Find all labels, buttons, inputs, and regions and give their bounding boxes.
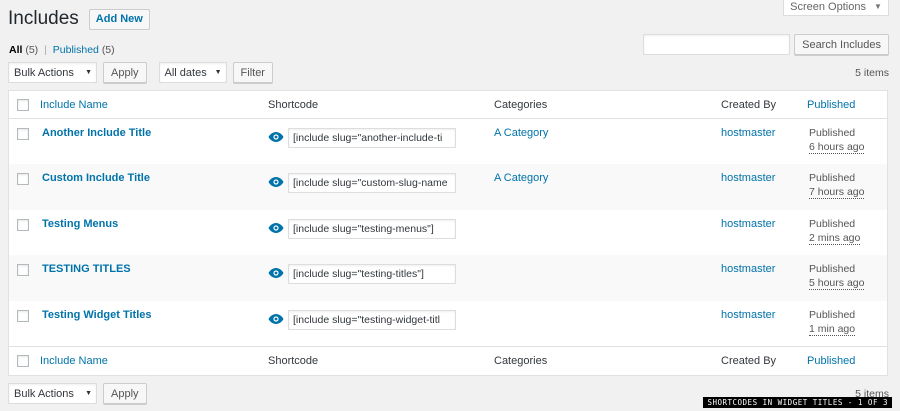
shortcode-field[interactable]: [include slug="another-include-ti [288,128,456,148]
chevron-down-icon: ▼ [873,2,882,11]
publish-time: 5 hours ago [809,277,865,290]
publish-info: Published 5 hours ago [809,262,865,290]
eye-icon[interactable] [268,175,284,189]
eye-icon[interactable] [268,130,284,144]
publish-info: Published 1 min ago [809,308,856,336]
apply-button[interactable]: Apply [103,62,147,83]
include-title-link[interactable]: Testing Widget Titles [42,309,152,321]
publish-time: 1 min ago [809,323,856,336]
author-link[interactable]: hostmaster [721,218,775,230]
dropdown-caret-icon: ▼ [85,390,92,397]
apply-button-bottom[interactable]: Apply [103,383,147,404]
view-published-count: (5) [101,44,115,56]
column-header-categories: Categories [494,99,548,111]
shortcode-field[interactable]: [include slug="custom-slug-name [288,173,456,193]
dropdown-caret-icon: ▼ [85,69,92,76]
row-checkbox[interactable] [17,173,29,185]
column-header-published[interactable]: Published [807,99,855,111]
table-row: Another Include Title [include slug="ano… [9,119,887,164]
include-title-link[interactable]: Testing Menus [42,218,118,230]
publish-status: Published [809,218,856,230]
author-link[interactable]: hostmaster [721,263,775,275]
table-row: Testing Menus [include slug="testing-men… [9,210,887,255]
dates-value: All dates [164,66,207,79]
author-link[interactable]: hostmaster [721,172,775,184]
category-link[interactable]: A Category [494,127,548,139]
shortcode-field[interactable]: [include slug="testing-widget-titl [288,310,456,330]
image-caption: SHORTCODES IN WIDGET TITLES - 1 OF 3 [703,397,892,408]
table-header-row: Include Name Shortcode Categories Create… [9,91,887,119]
view-published-link[interactable]: Published [53,44,99,56]
dropdown-caret-icon: ▼ [214,69,222,76]
column-header-created-by: Created By [721,99,777,111]
search-box: Search Includes [643,34,889,55]
eye-icon[interactable] [268,266,284,280]
column-header-name[interactable]: Include Name [40,99,108,111]
bulk-actions-select-bottom[interactable]: Bulk Actions ▼ [8,383,97,404]
publish-time: 6 hours ago [809,141,865,154]
tablenav-top: Bulk Actions ▼ Apply All dates ▼ Filter [8,62,273,83]
bulk-actions-value: Bulk Actions [14,66,74,79]
add-new-button[interactable]: Add New [88,8,150,30]
eye-icon[interactable] [268,312,284,326]
publish-info: Published 7 hours ago [809,171,865,199]
row-checkbox[interactable] [17,310,29,322]
tablenav-bottom: Bulk Actions ▼ Apply [8,383,147,404]
page-title: Includes [8,8,79,29]
select-all-checkbox[interactable] [17,355,29,367]
column-footer-created-by: Created By [721,355,777,367]
publish-status: Published [809,127,856,139]
row-checkbox[interactable] [17,128,29,140]
table-row: TESTING TITLES [include slug="testing-ti… [9,255,887,301]
column-footer-published[interactable]: Published [807,355,855,367]
row-checkbox[interactable] [17,219,29,231]
status-views: All (5) | Published (5) [9,44,115,56]
publish-info: Published 6 hours ago [809,126,865,154]
view-all-link[interactable]: All [9,44,22,56]
publish-info: Published 2 mins ago [809,217,861,245]
shortcode-field[interactable]: [include slug="testing-menus"] [288,219,456,239]
column-footer-name[interactable]: Include Name [40,355,108,367]
search-includes-button[interactable]: Search Includes [794,34,889,55]
includes-table: Include Name Shortcode Categories Create… [8,90,888,376]
table-footer-row: Include Name Shortcode Categories Create… [9,347,887,375]
filter-button[interactable]: Filter [232,62,273,83]
screen-options-label: Screen Options [790,0,866,13]
column-footer-shortcode: Shortcode [268,355,319,367]
items-count: 5 items [855,67,889,79]
search-input[interactable] [643,34,791,55]
table-row: Custom Include Title [include slug="cust… [9,164,887,210]
dates-select[interactable]: All dates ▼ [158,62,227,83]
bulk-actions-select[interactable]: Bulk Actions ▼ [8,62,97,83]
bulk-actions-value: Bulk Actions [14,387,74,400]
publish-status: Published [809,172,856,184]
page-heading: Includes Add New [8,8,150,30]
column-footer-categories: Categories [494,355,548,367]
publish-status: Published [809,309,856,321]
author-link[interactable]: hostmaster [721,309,775,321]
view-all-count: (5) [25,44,39,56]
include-title-link[interactable]: Custom Include Title [42,172,150,184]
select-all-checkbox[interactable] [17,99,29,111]
author-link[interactable]: hostmaster [721,127,775,139]
table-row: Testing Widget Titles [include slug="tes… [9,301,887,347]
category-link[interactable]: A Category [494,172,548,184]
view-separator: | [44,44,47,56]
include-title-link[interactable]: Another Include Title [42,127,151,139]
publish-time: 7 hours ago [809,186,865,199]
screen-options-button[interactable]: Screen Options ▼ [783,0,889,16]
column-header-shortcode: Shortcode [268,99,319,111]
include-title-link[interactable]: TESTING TITLES [42,263,131,275]
shortcode-field[interactable]: [include slug="testing-titles"] [288,264,456,284]
publish-time: 2 mins ago [809,232,861,245]
publish-status: Published [809,263,856,275]
eye-icon[interactable] [268,221,284,235]
row-checkbox[interactable] [17,264,29,276]
